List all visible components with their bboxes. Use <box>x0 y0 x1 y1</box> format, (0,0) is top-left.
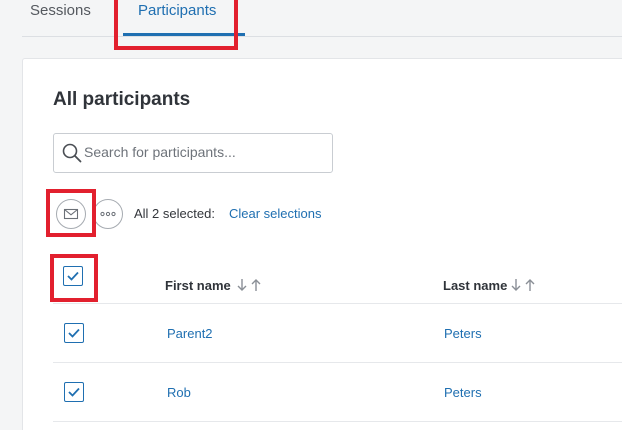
sort-arrows-icon[interactable] <box>235 278 263 292</box>
row-divider <box>53 362 622 363</box>
checkmark-icon <box>68 387 80 397</box>
column-header-last-name[interactable]: Last name <box>443 278 507 293</box>
page-title: All participants <box>53 89 191 110</box>
tab-participants[interactable]: Participants <box>138 2 216 19</box>
row-divider <box>53 421 622 422</box>
participant-last-name-link[interactable]: Peters <box>444 385 482 400</box>
row-checkbox[interactable] <box>64 382 84 402</box>
more-actions-button[interactable] <box>93 199 123 229</box>
row-checkbox[interactable] <box>64 323 84 343</box>
checkmark-icon <box>67 271 79 281</box>
selection-count-text: All 2 selected: <box>134 206 215 221</box>
participants-card: All participants All 2 selected: Clear s… <box>22 58 622 430</box>
row-divider <box>53 303 622 304</box>
email-button[interactable] <box>56 199 86 229</box>
select-all-checkbox[interactable] <box>63 266 83 286</box>
sort-arrows-icon[interactable] <box>509 278 537 292</box>
column-header-first-name[interactable]: First name <box>165 278 231 293</box>
participant-first-name-link[interactable]: Rob <box>167 385 191 400</box>
search-box <box>53 133 333 173</box>
checkmark-icon <box>68 328 80 338</box>
clear-selections-link[interactable]: Clear selections <box>229 206 322 221</box>
search-input[interactable] <box>84 135 324 169</box>
participant-last-name-link[interactable]: Peters <box>444 326 482 341</box>
participant-first-name-link[interactable]: Parent2 <box>167 326 213 341</box>
ellipsis-icon <box>100 211 116 217</box>
search-icon <box>62 143 82 163</box>
active-tab-indicator <box>123 33 245 36</box>
tab-sessions[interactable]: Sessions <box>30 2 91 19</box>
envelope-icon <box>63 208 79 220</box>
app-root: Sessions Participants All participants S… <box>0 0 622 430</box>
tab-bar: Sessions Participants <box>22 0 622 37</box>
